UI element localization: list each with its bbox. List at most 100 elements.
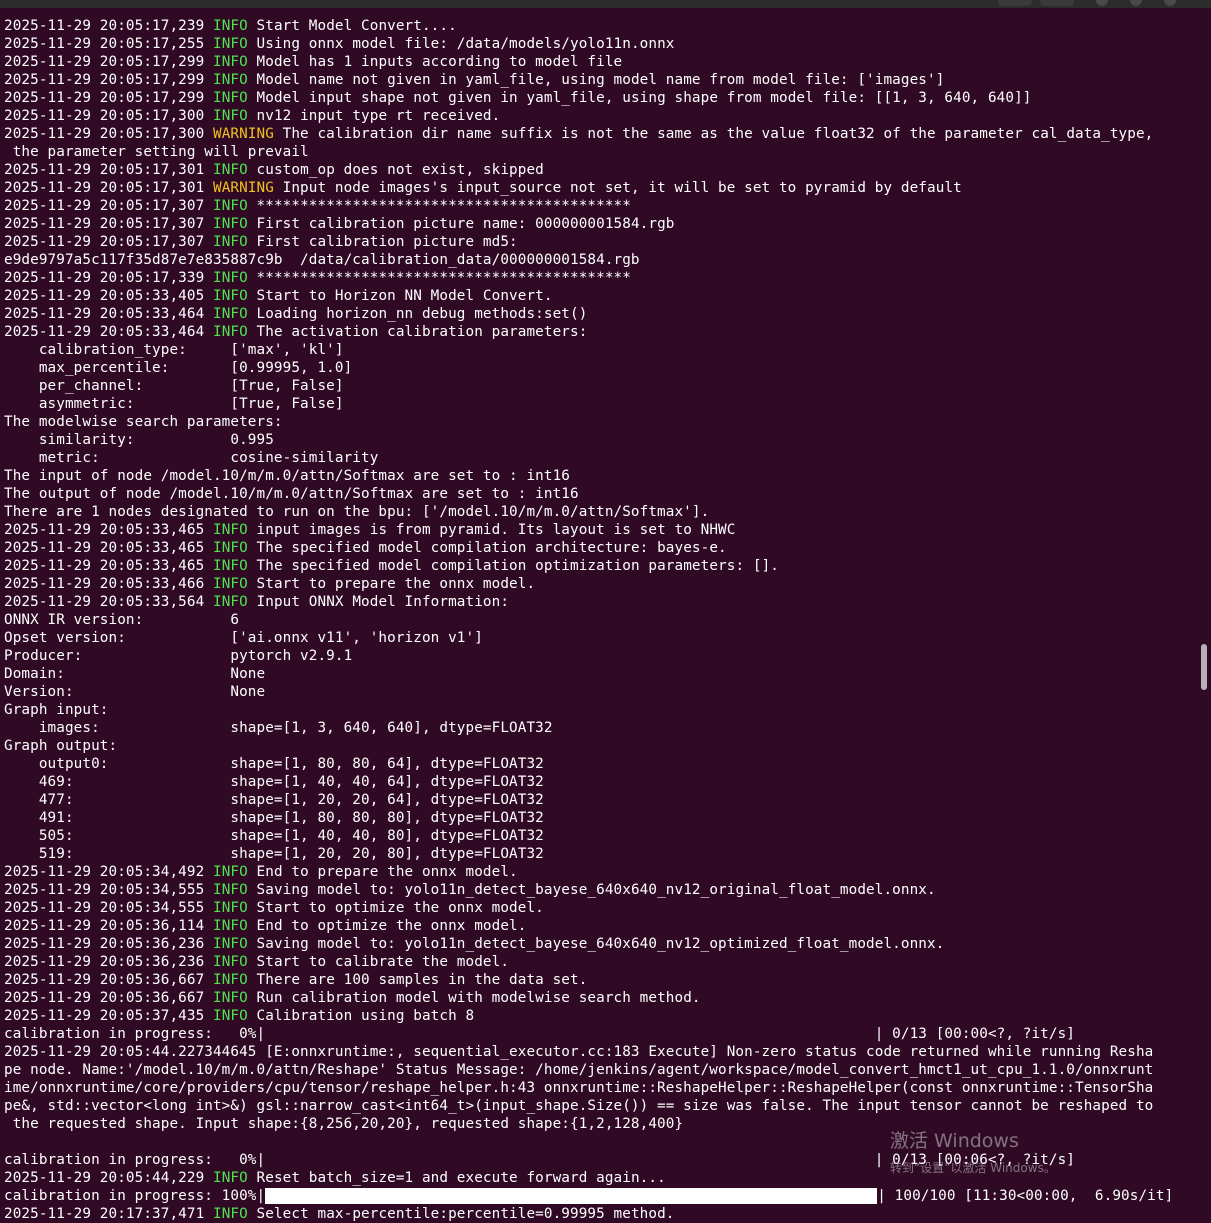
maximize-icon[interactable] (1130, 0, 1142, 6)
terminal-line: asymmetric: [True, False] (4, 395, 1194, 413)
log-level-info: INFO (212, 1206, 248, 1222)
terminal-line: Domain: None (4, 665, 1194, 683)
close-icon[interactable] (1164, 0, 1176, 6)
log-text: 2025-11-29 20:05:36,236 (4, 936, 213, 952)
log-text: Start Model Convert.... (247, 18, 457, 34)
log-level-info: INFO (212, 72, 248, 88)
log-text: pe node. Name:'/model.10/m/m.0/attn/Resh… (4, 1062, 1154, 1078)
terminal-line: 2025-11-29 20:05:17,307 INFO First calib… (4, 233, 1194, 251)
log-text: Run calibration model with modelwise sea… (247, 990, 701, 1006)
terminal-line: Version: None (4, 683, 1194, 701)
log-text: 2025-11-29 20:05:36,114 (4, 918, 213, 934)
terminal-line: The modelwise search parameters: (4, 413, 1194, 431)
log-text: ****************************************… (247, 270, 631, 286)
log-level-info: INFO (212, 540, 248, 556)
log-text: 2025-11-29 20:05:37,435 (4, 1008, 213, 1024)
log-text: 2025-11-29 20:05:17,300 (4, 108, 213, 124)
terminal-line: 519: shape=[1, 20, 20, 80], dtype=FLOAT3… (4, 845, 1194, 863)
log-text: 2025-11-29 20:05:17,239 (4, 18, 213, 34)
log-level-warning: WARNING (212, 126, 274, 142)
terminal-line: 2025-11-29 20:05:34,555 INFO Saving mode… (4, 881, 1194, 899)
log-text: the parameter setting will prevail (4, 144, 309, 160)
terminal-line: 2025-11-29 20:05:44.227344645 [E:onnxrun… (4, 1043, 1194, 1061)
log-text: 2025-11-29 20:05:36,667 (4, 990, 213, 1006)
terminal-line: 2025-11-29 20:05:33,464 INFO Loading hor… (4, 305, 1194, 323)
log-level-info: INFO (212, 882, 248, 898)
log-text: The output of node /model.10/m/m.0/attn/… (4, 486, 579, 502)
scrollbar-thumb[interactable] (1201, 644, 1207, 690)
log-text: End to prepare the onnx model. (247, 864, 518, 880)
log-text: 505: shape=[1, 40, 40, 80], dtype=FLOAT3… (4, 828, 544, 844)
log-text: max_percentile: [0.99995, 1.0] (4, 360, 353, 376)
terminal-output[interactable]: 2025-11-29 20:05:17,239 INFO Start Model… (4, 17, 1194, 1223)
log-text: Input node images's input_source not set… (273, 180, 962, 196)
log-text: 2025-11-29 20:05:17,307 (4, 216, 213, 232)
log-text: 2025-11-29 20:05:34,555 (4, 900, 213, 916)
log-text: 469: shape=[1, 40, 40, 64], dtype=FLOAT3… (4, 774, 544, 790)
log-level-info: INFO (212, 864, 248, 880)
log-text: 2025-11-29 20:05:17,307 (4, 198, 213, 214)
terminal-line: 2025-11-29 20:05:36,667 INFO Run calibra… (4, 989, 1194, 1007)
minimize-icon[interactable] (1096, 0, 1108, 6)
log-text: Model input shape not given in yaml_file… (247, 90, 1032, 106)
terminal-line: 2025-11-29 20:05:36,236 INFO Start to ca… (4, 953, 1194, 971)
terminal-line: 2025-11-29 20:05:33,465 INFO The specifi… (4, 539, 1194, 557)
terminal-line: ime/onnxruntime/core/providers/cpu/tenso… (4, 1079, 1194, 1097)
terminal-line: 2025-11-29 20:05:33,466 INFO Start to pr… (4, 575, 1194, 593)
terminal-line: 2025-11-29 20:05:33,465 INFO input image… (4, 521, 1194, 539)
log-text: Graph output: (4, 738, 118, 754)
log-level-info: INFO (212, 900, 248, 916)
terminal-line: 2025-11-29 20:05:36,236 INFO Saving mode… (4, 935, 1194, 953)
log-level-info: INFO (212, 576, 248, 592)
terminal-line: 469: shape=[1, 40, 40, 64], dtype=FLOAT3… (4, 773, 1194, 791)
log-level-info: INFO (212, 162, 248, 178)
scrollbar[interactable] (1201, 10, 1207, 1214)
log-text: Start to prepare the onnx model. (247, 576, 536, 592)
terminal-line: Opset version: ['ai.onnx v11', 'horizon … (4, 629, 1194, 647)
terminal-line: ONNX IR version: 6 (4, 611, 1194, 629)
log-text: 2025-11-29 20:05:33,465 (4, 522, 213, 538)
terminal-line: 2025-11-29 20:05:17,301 WARNING Input no… (4, 179, 1194, 197)
log-text: images: shape=[1, 3, 640, 640], dtype=FL… (4, 720, 553, 736)
terminal-line: Producer: pytorch v2.9.1 (4, 647, 1194, 665)
terminal-line: 2025-11-29 20:05:17,307 INFO ***********… (4, 197, 1194, 215)
log-text: 2025-11-29 20:05:33,465 (4, 558, 213, 574)
terminal-line: 2025-11-29 20:05:17,300 WARNING The cali… (4, 125, 1194, 143)
log-text: Version: None (4, 684, 266, 700)
log-text: e9de9797a5c117f35d87e7e835887c9b /data/c… (4, 252, 640, 268)
title-bar-button[interactable] (998, 0, 1032, 6)
log-text: 2025-11-29 20:05:17,255 (4, 36, 213, 52)
log-text: 2025-11-29 20:05:33,464 (4, 324, 213, 340)
terminal-line: 2025-11-29 20:05:33,564 INFO Input ONNX … (4, 593, 1194, 611)
log-text: The activation calibration parameters: (247, 324, 588, 340)
log-text: input images is from pyramid. Its layout… (247, 522, 736, 538)
log-level-info: INFO (212, 270, 248, 286)
terminal-line: 491: shape=[1, 80, 80, 80], dtype=FLOAT3… (4, 809, 1194, 827)
log-level-info: INFO (212, 990, 248, 1006)
log-level-info: INFO (212, 1008, 248, 1024)
log-text: | 100/100 [11:30<00:00, 6.90s/it] (877, 1188, 1174, 1204)
terminal-line: calibration_type: ['max', 'kl'] (4, 341, 1194, 359)
terminal-line: There are 1 nodes designated to run on t… (4, 503, 1194, 521)
log-text: The specified model compilation architec… (247, 540, 727, 556)
log-text: 477: shape=[1, 20, 20, 64], dtype=FLOAT3… (4, 792, 544, 808)
terminal-line: 2025-11-29 20:05:34,555 INFO Start to op… (4, 899, 1194, 917)
log-text: End to optimize the onnx model. (247, 918, 527, 934)
calibration-progress-bar (265, 1188, 878, 1204)
log-text: 491: shape=[1, 80, 80, 80], dtype=FLOAT3… (4, 810, 544, 826)
terminal-line: similarity: 0.995 (4, 431, 1194, 449)
log-text: calibration in progress: 0%| | 0/13 [00:… (4, 1026, 1076, 1042)
log-level-info: INFO (212, 954, 248, 970)
log-text: Opset version: ['ai.onnx v11', 'horizon … (4, 630, 483, 646)
terminal-line: 2025-11-29 20:17:37,471 INFO Select max-… (4, 1205, 1194, 1223)
log-text: First calibration picture name: 00000000… (247, 216, 675, 232)
log-text: 2025-11-29 20:05:17,339 (4, 270, 213, 286)
title-bar-button[interactable] (1040, 0, 1074, 6)
log-text: The modelwise search parameters: (4, 414, 283, 430)
terminal-line: 2025-11-29 20:05:17,300 INFO nv12 input … (4, 107, 1194, 125)
log-text: per_channel: [True, False] (4, 378, 344, 394)
log-level-info: INFO (212, 234, 248, 250)
log-text: Using onnx model file: /data/models/yolo… (247, 36, 675, 52)
log-level-info: INFO (212, 1170, 248, 1186)
log-text: Loading horizon_nn debug methods:set() (247, 306, 588, 322)
